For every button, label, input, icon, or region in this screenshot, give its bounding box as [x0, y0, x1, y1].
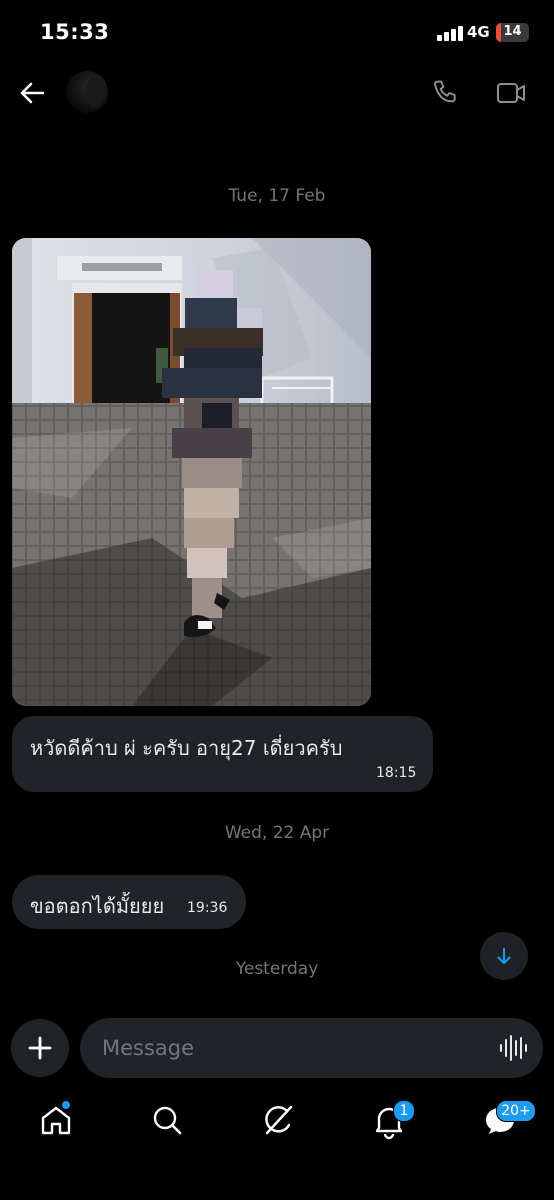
- message-bubble[interactable]: ขอตอกได้มั้ยยย 19:36: [12, 875, 246, 929]
- message-time: 19:36: [187, 900, 228, 916]
- message-composer: [80, 1018, 543, 1078]
- message-input[interactable]: [102, 1018, 482, 1078]
- back-button[interactable]: [16, 76, 50, 110]
- status-time: 15:33: [40, 20, 110, 44]
- battery-level: 14: [503, 24, 522, 39]
- nav-grok[interactable]: [258, 1100, 298, 1140]
- search-icon: [153, 1106, 182, 1135]
- date-separator: Wed, 22 Apr: [224, 823, 330, 843]
- nav-search[interactable]: [147, 1100, 187, 1140]
- date-separator: Yesterday: [235, 959, 319, 979]
- waveform-icon: [500, 1035, 527, 1061]
- plus-icon: [28, 1036, 52, 1060]
- video-call-button[interactable]: [495, 78, 527, 108]
- phone-icon: [433, 80, 456, 103]
- cellular-signal-icon: [437, 25, 463, 41]
- message-bubble[interactable]: หวัดดีค้าบ ผ่ ะครับ อายุ27 เดี่ยวครับ 18…: [12, 716, 433, 792]
- message-time: 18:15: [376, 765, 417, 781]
- video-camera-icon: [497, 83, 525, 103]
- messages-badge: 20+: [496, 1100, 536, 1122]
- date-separator: Tue, 17 Feb: [228, 186, 326, 206]
- voice-message-button[interactable]: [499, 1035, 527, 1061]
- network-type: 4G: [467, 23, 490, 41]
- grok-icon: [265, 1105, 293, 1135]
- contact-avatar[interactable]: [66, 71, 108, 113]
- notifications-badge: 1: [393, 1100, 415, 1122]
- message-photo[interactable]: [12, 238, 371, 706]
- add-attachment-button[interactable]: [11, 1019, 69, 1077]
- message-text: หวัดดีค้าบ ผ่ ะครับ อายุ27 เดี่ยวครับ: [30, 736, 343, 760]
- battery-icon: 14: [496, 23, 529, 42]
- arrow-left-icon: [20, 82, 45, 104]
- call-button[interactable]: [430, 77, 462, 109]
- photo-image: [12, 238, 371, 706]
- message-text: ขอตอกได้มั้ยยย: [30, 894, 165, 918]
- home-unread-dot: [61, 1100, 71, 1110]
- status-bar: 15:33 4G 14: [0, 0, 554, 64]
